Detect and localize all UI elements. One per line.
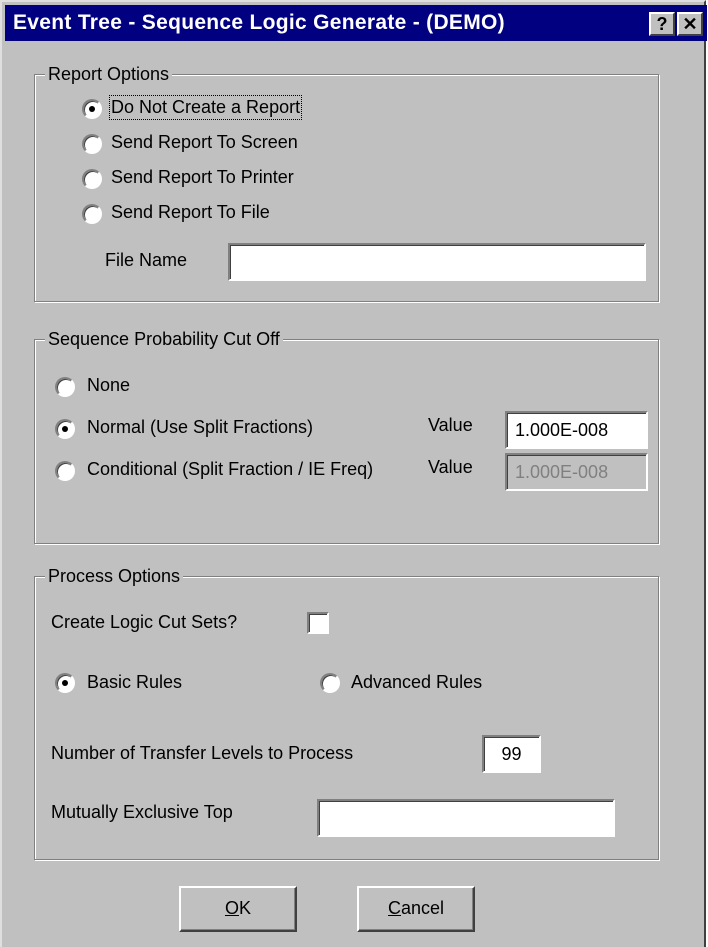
help-button[interactable]: ? [649,12,675,36]
mutually-exclusive-label: Mutually Exclusive Top [51,802,233,822]
transfer-levels-label: Number of Transfer Levels to Process [51,743,354,763]
radio-basic-rules[interactable] [55,673,75,693]
radio-report-file[interactable] [82,204,102,224]
radio-cutoff-conditional-label[interactable]: Conditional (Split Fraction / IE Freq) [87,459,373,480]
radio-report-file-label[interactable]: Send Report To File [111,202,270,223]
radio-basic-rules-label[interactable]: Basic Rules [87,672,182,693]
radio-advanced-rules-label[interactable]: Advanced Rules [351,672,482,693]
ok-mnemonic: O [224,898,239,918]
ok-label-rest: K [239,898,252,918]
radio-cutoff-none[interactable] [55,377,75,397]
cancel-button[interactable]: Cancel [357,886,475,932]
normal-value-input[interactable]: 1.000E-008 [505,411,648,449]
radio-cutoff-normal[interactable] [55,419,75,439]
conditional-label-clip: Conditional (Split Fraction / IE Freq) [87,459,420,483]
create-cut-sets-checkbox[interactable] [307,612,329,634]
cancel-mnemonic: C [387,898,401,918]
file-name-input[interactable] [228,243,646,281]
radio-cutoff-normal-label[interactable]: Normal (Use Split Fractions) [87,417,313,438]
cutoff-group: Sequence Probability Cut Off None Normal… [34,329,659,544]
normal-value-label: Value [428,415,473,435]
report-options-group: Report Options Do Not Create a Report Se… [34,64,659,302]
cancel-label-rest: ancel [400,898,445,918]
file-name-label: File Name [105,250,188,270]
radio-no-report-label[interactable]: Do Not Create a Report [108,95,303,120]
dialog-window: Event Tree - Sequence Logic Generate - (… [0,0,707,947]
radio-report-screen[interactable] [82,134,102,154]
close-icon: ✕ [682,14,698,34]
radio-no-report[interactable] [82,99,102,119]
cutoff-legend: Sequence Probability Cut Off [45,329,283,350]
radio-report-screen-label[interactable]: Send Report To Screen [111,132,298,153]
radio-report-printer[interactable] [82,169,102,189]
conditional-value-input: 1.000E-008 [505,453,648,491]
radio-advanced-rules[interactable] [320,673,340,693]
help-icon: ? [656,14,668,34]
ok-button[interactable]: OK [179,886,297,932]
radio-cutoff-conditional[interactable] [55,461,75,481]
window-title: Event Tree - Sequence Logic Generate - (… [13,11,505,34]
radio-cutoff-none-label[interactable]: None [87,375,130,396]
report-options-legend: Report Options [45,64,173,85]
process-options-legend: Process Options [45,566,184,587]
process-options-group: Process Options Create Logic Cut Sets? B… [34,566,659,860]
close-button[interactable]: ✕ [677,12,703,36]
mutually-exclusive-input[interactable] [317,799,615,837]
create-cut-sets-label: Create Logic Cut Sets? [51,612,238,632]
title-bar[interactable]: Event Tree - Sequence Logic Generate - (… [5,5,707,41]
conditional-value-label: Value [428,457,473,477]
radio-report-printer-label[interactable]: Send Report To Printer [111,167,294,188]
transfer-levels-input[interactable]: 99 [482,735,541,773]
